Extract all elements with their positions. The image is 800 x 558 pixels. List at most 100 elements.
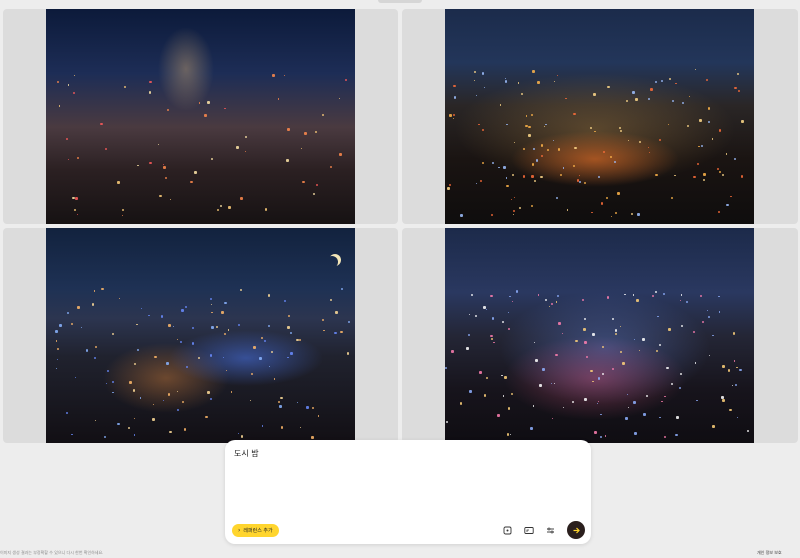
city-light	[168, 323, 171, 327]
city-light	[237, 324, 240, 326]
privacy-link[interactable]: 개인 정보 보호	[757, 550, 782, 556]
city-light	[721, 395, 724, 399]
city-light	[506, 123, 508, 126]
city-light	[492, 162, 495, 165]
city-light	[711, 138, 714, 140]
city-light	[506, 185, 509, 188]
city-light	[532, 405, 535, 407]
city-light	[648, 98, 650, 100]
city-light	[117, 423, 120, 426]
city-light	[711, 425, 715, 428]
add-reference-button[interactable]: › 레퍼런스 추가	[232, 524, 279, 537]
city-light	[600, 202, 604, 205]
city-light	[227, 329, 230, 332]
city-light	[133, 363, 137, 366]
city-light	[632, 91, 636, 95]
city-light	[250, 372, 254, 376]
city-light	[104, 147, 107, 151]
city-light	[306, 405, 309, 409]
city-light	[330, 165, 333, 168]
city-light	[582, 299, 585, 302]
city-light	[512, 174, 515, 176]
city-light	[655, 173, 658, 177]
city-light	[80, 327, 82, 329]
city-light	[511, 393, 514, 396]
city-light	[682, 102, 685, 104]
settings-sliders-icon	[547, 527, 554, 534]
city-light	[606, 197, 608, 199]
city-light	[717, 210, 721, 213]
top-handle[interactable]	[378, 0, 422, 3]
city-light	[535, 158, 539, 162]
city-light	[470, 293, 474, 296]
aspect-ratio-button[interactable]	[522, 524, 535, 537]
city-light	[100, 122, 103, 125]
city-light	[649, 151, 651, 153]
city-light	[468, 313, 471, 315]
city-light	[547, 148, 549, 151]
city-light	[708, 354, 710, 356]
city-light	[296, 401, 298, 404]
city-light	[654, 81, 657, 83]
gallery-cell-1[interactable]	[3, 9, 398, 224]
city-light	[738, 368, 742, 372]
crop-button[interactable]	[501, 524, 514, 537]
city-light	[699, 294, 703, 298]
city-light	[531, 175, 535, 178]
city-light	[697, 163, 700, 165]
city-light	[59, 324, 63, 328]
city-light	[614, 329, 618, 332]
city-light	[670, 196, 674, 200]
city-light	[67, 312, 69, 314]
city-light	[514, 196, 516, 199]
city-light	[284, 299, 287, 302]
generated-image-3[interactable]	[46, 228, 355, 443]
city-light	[594, 130, 596, 132]
city-light	[578, 174, 580, 176]
city-light	[664, 395, 666, 397]
city-light	[273, 378, 275, 380]
city-light	[94, 345, 98, 349]
gallery-cell-2[interactable]	[402, 9, 798, 224]
generated-image-2[interactable]	[445, 9, 754, 224]
generated-image-4[interactable]	[445, 228, 754, 443]
city-light	[245, 136, 248, 139]
city-light	[341, 288, 344, 290]
city-light	[136, 323, 138, 326]
city-light	[176, 409, 179, 412]
city-light	[583, 317, 587, 321]
city-light	[149, 161, 152, 165]
city-light	[140, 307, 142, 309]
city-light	[209, 354, 213, 357]
city-light	[558, 322, 561, 325]
city-light	[299, 427, 302, 429]
city-light	[103, 435, 107, 439]
city-light	[676, 416, 679, 419]
city-light	[449, 114, 452, 117]
send-button[interactable]	[567, 521, 585, 539]
city-light	[160, 315, 164, 318]
city-light	[133, 434, 136, 437]
city-light	[718, 129, 722, 132]
city-light	[105, 382, 108, 385]
city-light	[735, 384, 737, 386]
prompt-input[interactable]: 도시 밤	[234, 448, 259, 459]
settings-button[interactable]	[544, 524, 557, 537]
city-light	[638, 350, 640, 352]
city-light	[583, 398, 587, 402]
gallery-cell-4[interactable]	[402, 228, 798, 443]
city-light	[721, 399, 725, 403]
city-light	[507, 328, 510, 331]
city-light	[600, 435, 603, 438]
city-light	[674, 174, 676, 176]
city-light	[149, 81, 152, 84]
city-light	[647, 146, 650, 149]
gallery-cell-3[interactable]	[3, 228, 398, 443]
city-light	[685, 300, 689, 304]
city-light	[73, 91, 75, 94]
city-light	[502, 395, 505, 397]
city-light	[533, 341, 535, 343]
city-light	[111, 332, 115, 335]
generated-image-1[interactable]	[46, 9, 355, 224]
city-light	[729, 408, 732, 411]
